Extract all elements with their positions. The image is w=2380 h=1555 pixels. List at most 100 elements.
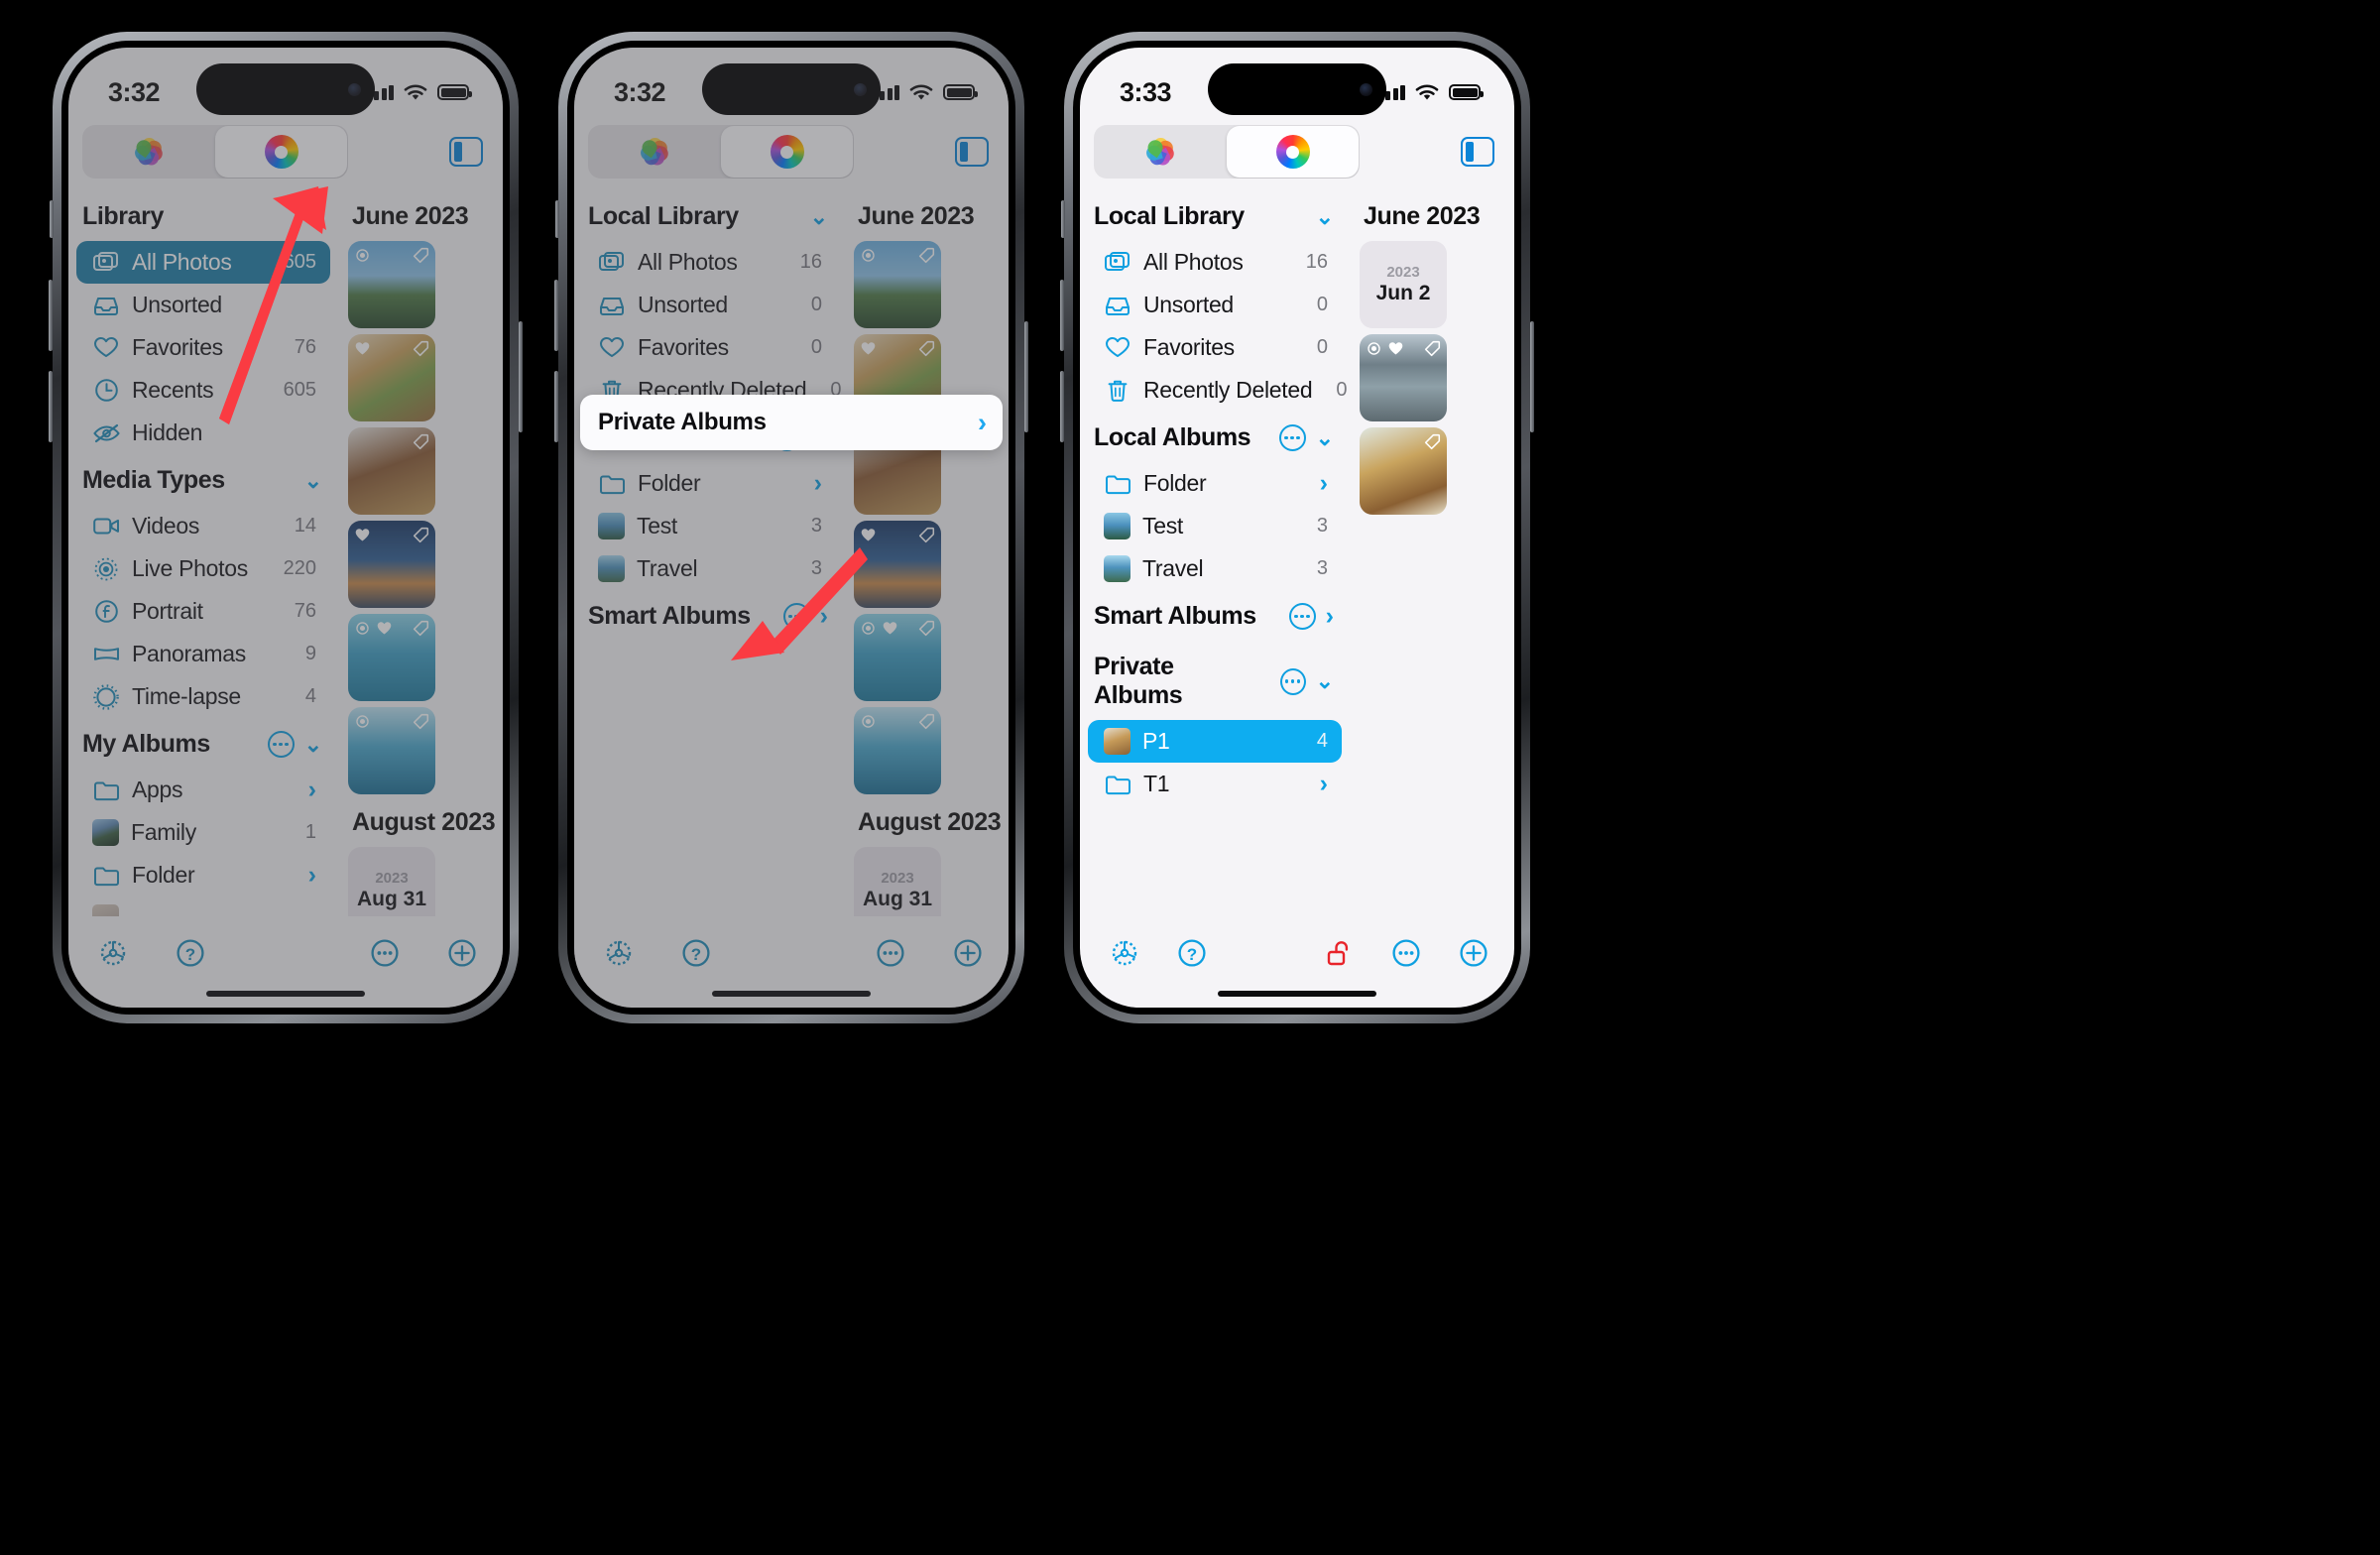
phone-2-toolbar[interactable]: ?: [574, 916, 1009, 1008]
tab-system-photos[interactable]: [82, 125, 214, 179]
sidebar-item-live-photos[interactable]: Live Photos 220: [76, 547, 330, 590]
sidebar-item-all-photos[interactable]: All Photos 16: [582, 241, 836, 284]
sidebar-item-favorites[interactable]: Favorites 76: [76, 326, 330, 369]
more-button[interactable]: [872, 934, 909, 972]
tab-local-library[interactable]: [215, 126, 347, 178]
ellipsis-icon[interactable]: [1278, 424, 1306, 451]
sidebar-item-portrait[interactable]: Portrait 76: [76, 590, 330, 633]
photo-thumbnail[interactable]: [854, 614, 941, 701]
photo-thumbnail[interactable]: [1360, 334, 1447, 421]
chevron-down-icon[interactable]: ⌄: [1316, 205, 1334, 228]
sidebar-item-all-photos[interactable]: All Photos 16: [1088, 241, 1342, 284]
ellipsis-icon[interactable]: [1288, 603, 1316, 630]
sidebar-item-folder[interactable]: Folder ›: [1088, 462, 1342, 505]
volume-down-button[interactable]: [49, 371, 53, 442]
chevron-right-icon[interactable]: ›: [1320, 471, 1328, 496]
tab-local-library[interactable]: [1227, 126, 1359, 178]
ellipsis-icon[interactable]: [1279, 667, 1306, 695]
tab-system-photos[interactable]: [588, 125, 720, 179]
chevron-down-icon[interactable]: ⌄: [810, 205, 828, 228]
photo-thumbnail[interactable]: [348, 427, 435, 515]
photo-thumbnail[interactable]: [348, 334, 435, 421]
chevron-right-icon[interactable]: ›: [978, 408, 987, 438]
sidebar-item-all-photos[interactable]: All Photos 605: [76, 241, 330, 284]
mute-switch[interactable]: [50, 200, 54, 238]
tab-local-library[interactable]: [721, 126, 853, 178]
sidebar-item-t1[interactable]: T1 ›: [1088, 763, 1342, 805]
sidebar-item-unsorted[interactable]: Unsorted: [76, 284, 330, 326]
sidebar-toggle-button[interactable]: [955, 137, 989, 167]
phone-3-photo-grid[interactable]: June 2023 2023 Jun 2: [1350, 188, 1514, 916]
volume-up-button[interactable]: [1060, 280, 1064, 351]
sidebar-item-apps[interactable]: Apps ›: [76, 769, 330, 811]
ellipsis-icon[interactable]: [782, 603, 810, 630]
sidebar-item-time-lapse[interactable]: Time-lapse 4: [76, 675, 330, 718]
sidebar-item-travel[interactable]: Travel 3: [582, 547, 836, 590]
power-button[interactable]: [1530, 321, 1534, 432]
volume-up-button[interactable]: [554, 280, 558, 351]
sidebar-item-folder[interactable]: Folder ›: [582, 462, 836, 505]
chevron-down-icon[interactable]: ⌄: [304, 205, 322, 228]
chevron-down-icon[interactable]: ⌄: [1316, 426, 1334, 449]
phone-1-toolbar[interactable]: ?: [68, 916, 503, 1008]
photo-thumbnail[interactable]: [854, 241, 941, 328]
sidebar-item-recents[interactable]: Recents 605: [76, 369, 330, 412]
sidebar-item-recently-deleted[interactable]: Recently Deleted 0: [1088, 369, 1347, 412]
chevron-right-icon[interactable]: ›: [814, 471, 822, 496]
phone-2-sidebar[interactable]: Local Library ⌄ All Photos 16 Unsorted 0…: [574, 188, 844, 916]
settings-button[interactable]: [1106, 934, 1143, 972]
add-button[interactable]: [443, 934, 481, 972]
power-button[interactable]: [519, 321, 523, 432]
sidebar-item-videos[interactable]: Videos 14: [76, 505, 330, 547]
photo-thumbnail[interactable]: [348, 707, 435, 794]
photo-grid-row[interactable]: [338, 241, 503, 794]
photo-grid-row[interactable]: 2023 Aug 31: [844, 847, 1009, 916]
sidebar-toggle-button[interactable]: [449, 137, 483, 167]
chevron-right-icon[interactable]: ›: [308, 863, 316, 888]
volume-down-button[interactable]: [554, 371, 558, 442]
add-button[interactable]: [1455, 934, 1492, 972]
chevron-down-icon[interactable]: ⌄: [304, 469, 322, 492]
library-source-segmented-control[interactable]: [82, 125, 348, 179]
chevron-right-icon[interactable]: ›: [820, 604, 828, 629]
more-button[interactable]: [1387, 934, 1425, 972]
volume-down-button[interactable]: [1060, 371, 1064, 442]
sidebar-item-family[interactable]: Family 1: [76, 811, 330, 854]
more-button[interactable]: [366, 934, 404, 972]
help-button[interactable]: ?: [677, 934, 715, 972]
chevron-down-icon[interactable]: ⌄: [1316, 670, 1334, 692]
phone-3-sidebar[interactable]: Local Library ⌄ All Photos 16 Unsorted 0…: [1080, 188, 1350, 916]
photo-thumbnail[interactable]: [854, 521, 941, 608]
private-albums-popup[interactable]: Private Albums ›: [580, 395, 1003, 450]
sidebar-toggle-button[interactable]: [1461, 137, 1494, 167]
volume-up-button[interactable]: [49, 280, 53, 351]
sidebar-item-favorites[interactable]: Favorites 0: [1088, 326, 1342, 369]
phone-1-sidebar[interactable]: Library ⌄ All Photos 605 Unsorted Favori…: [68, 188, 338, 916]
sidebar-item-hidden[interactable]: Hidden: [76, 412, 330, 454]
unlock-button[interactable]: [1320, 934, 1358, 972]
photo-thumbnail[interactable]: [348, 521, 435, 608]
settings-button[interactable]: [94, 934, 132, 972]
sidebar-item-unsorted[interactable]: Unsorted 0: [582, 284, 836, 326]
sidebar-item-unsorted[interactable]: Unsorted 0: [1088, 284, 1342, 326]
photo-thumbnail[interactable]: [348, 614, 435, 701]
power-button[interactable]: [1024, 321, 1028, 432]
tab-system-photos[interactable]: [1094, 125, 1226, 179]
help-button[interactable]: ?: [1173, 934, 1211, 972]
help-button[interactable]: ?: [172, 934, 209, 972]
chevron-right-icon[interactable]: ›: [308, 778, 316, 802]
sidebar-item-panoramas[interactable]: Panoramas 9: [76, 633, 330, 675]
phone-3-toolbar[interactable]: ?: [1080, 916, 1514, 1008]
ellipsis-icon[interactable]: [267, 731, 295, 758]
mute-switch[interactable]: [1061, 200, 1065, 238]
phone-1-photo-grid[interactable]: June 2023 August 2023 2023 Aug 31: [338, 188, 503, 916]
library-source-segmented-control[interactable]: [588, 125, 854, 179]
photo-thumbnail[interactable]: [1360, 427, 1447, 515]
photo-grid-row[interactable]: [1350, 427, 1514, 515]
sidebar-item-folder[interactable]: Folder ›: [76, 854, 330, 897]
sidebar-item-travel[interactable]: Travel 3: [1088, 547, 1342, 590]
photo-grid-row[interactable]: 2023 Jun 2: [1350, 241, 1514, 421]
photo-grid-row[interactable]: 2023 Aug 31: [338, 847, 503, 916]
chevron-right-icon[interactable]: ›: [1326, 604, 1334, 629]
chevron-right-icon[interactable]: ›: [1320, 772, 1328, 796]
